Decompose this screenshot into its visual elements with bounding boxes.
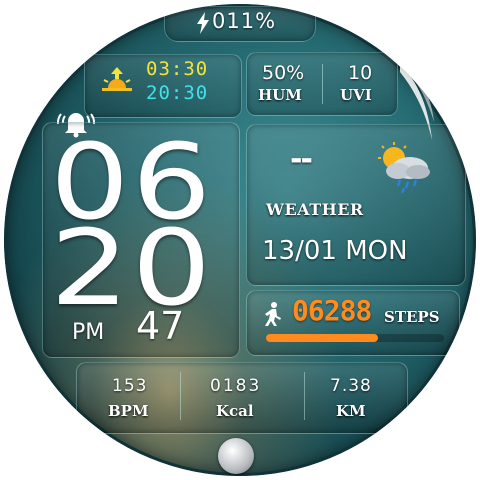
bolt-icon — [196, 12, 210, 34]
stats-panel[interactable] — [76, 362, 408, 434]
humidity-label: HUM — [258, 86, 302, 104]
seconds: 47 — [136, 304, 185, 348]
date-text: 13/01 MON — [262, 236, 408, 266]
steps-progress-track — [266, 334, 444, 342]
stat-km-label: KM — [336, 402, 366, 420]
sunset-time: 20:30 — [146, 82, 209, 104]
stats-divider-1 — [180, 372, 181, 420]
sunrise-time: 03:30 — [146, 58, 209, 80]
hum-uvi-divider — [322, 64, 323, 104]
stats-divider-2 — [304, 372, 305, 420]
steps-value: 06288 — [292, 294, 372, 327]
watch-face: 011% 03:30 20:30 50% HUM 10 UVI 06 20 PM… — [4, 4, 476, 476]
steps-label: STEPS — [384, 308, 440, 326]
stat-km-value: 7.38 — [330, 376, 372, 396]
uv-value: 10 — [348, 62, 373, 84]
crown-button[interactable] — [218, 438, 254, 474]
stat-kcal-label: Kcal — [216, 402, 254, 420]
walking-person-icon — [262, 302, 284, 326]
weather-temp: -- — [290, 142, 313, 177]
ampm: PM — [72, 320, 105, 345]
uv-label: UVI — [340, 86, 372, 104]
stat-bpm-label: BPM — [108, 402, 149, 420]
steps-progress-fill — [266, 334, 379, 342]
sunrise-icon — [100, 64, 134, 98]
humidity-value: 50% — [262, 62, 305, 84]
battery-value: 011% — [212, 9, 277, 33]
stat-bpm-value: 153 — [112, 376, 148, 396]
weather-label: WEATHER — [266, 200, 364, 219]
stat-kcal-value: 0183 — [210, 376, 262, 396]
minute-digits: 20 — [50, 207, 214, 329]
cloud-sun-rain-icon — [374, 142, 434, 194]
